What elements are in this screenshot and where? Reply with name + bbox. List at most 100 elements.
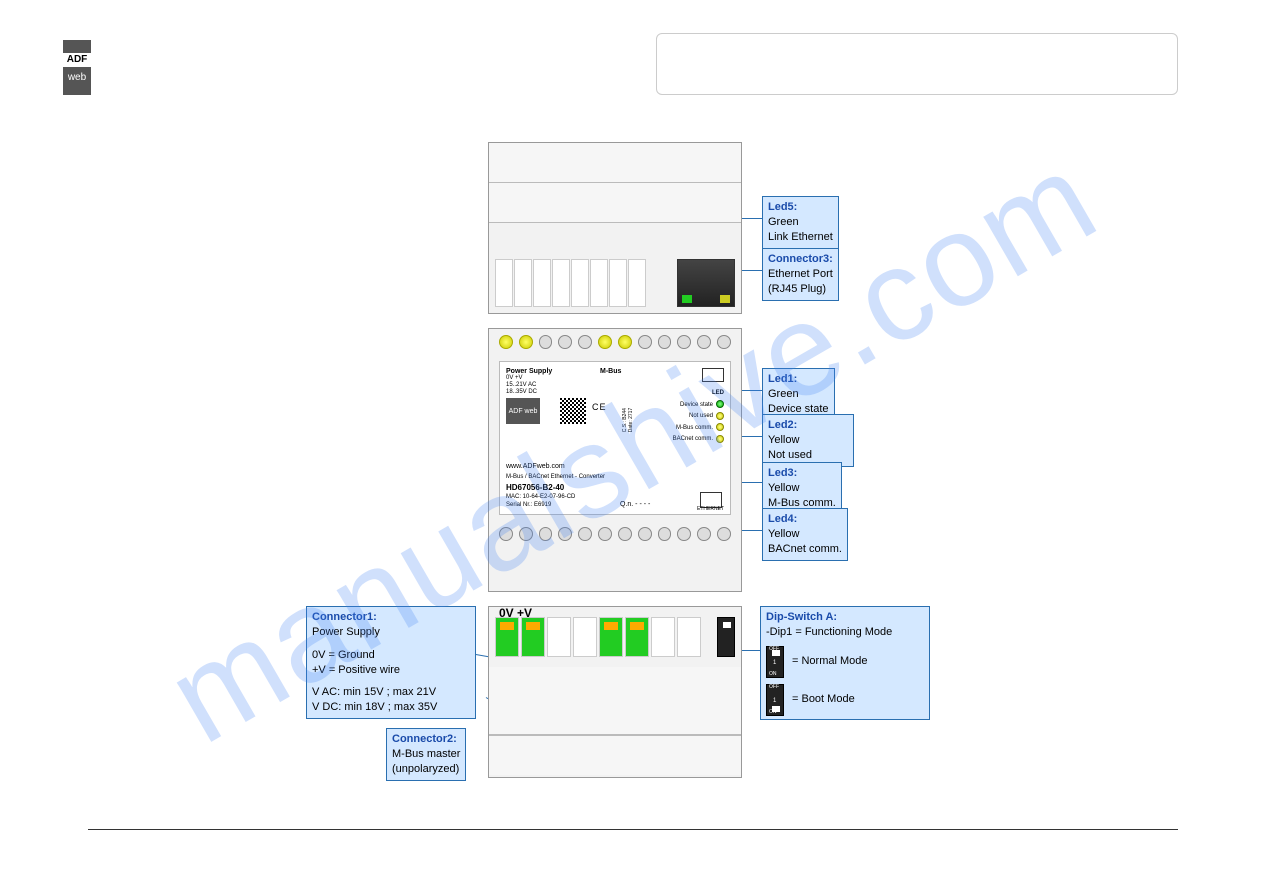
callout-title: Connector3: [768, 252, 833, 267]
logo-web: web [68, 67, 86, 83]
led-dot-icon [716, 423, 724, 431]
callout-line: Power Supply [312, 625, 470, 640]
off-label: OFF [769, 684, 779, 691]
module-lid [489, 667, 741, 735]
led-name: Not used [689, 413, 713, 419]
header-info-box [656, 33, 1178, 95]
led-dot-icon [716, 435, 724, 443]
dip-normal-row: OFF 1 ON = Normal Mode [766, 646, 924, 678]
one-label: 1 [773, 659, 776, 667]
terminal-block [651, 617, 675, 657]
device-mac: MAC: 10-64-E2-07-96-CD [506, 494, 575, 500]
adf-small-logo: ADF web [506, 398, 540, 424]
device-model: HD67056-B2-40 [506, 483, 564, 492]
screw-icon [618, 527, 632, 541]
callout-line: (RJ45 Plug) [768, 282, 833, 297]
callout-title: Led1: [768, 372, 829, 387]
callout-title: Connector1: [312, 610, 470, 625]
callout-led4: Led4: Yellow BACnet comm. [762, 508, 848, 561]
callout-title: Dip-Switch A: [766, 610, 924, 625]
screw-icon [519, 335, 533, 349]
rj45-port [677, 259, 735, 307]
ce-mark-icon: CE [592, 402, 607, 412]
logo-adf: ADF [63, 53, 91, 67]
dip-panel-icon [702, 368, 724, 382]
dip-boot-row: OFF 1 ON = Boot Mode [766, 684, 924, 716]
screw-icon [638, 527, 652, 541]
led-section-title: LED [712, 390, 724, 396]
screw-row-top [489, 329, 741, 355]
device-mid-module: Power Supply 0V +V 15..21V AC 18..35V DC… [488, 328, 742, 592]
one-label: 1 [773, 697, 776, 705]
ps-vac: 15..21V AC [506, 382, 724, 389]
callout-title: Led5: [768, 200, 833, 215]
dip-switch-icon [772, 706, 780, 712]
led-dot-icon [716, 412, 724, 420]
mbus-terminal [599, 617, 623, 657]
screw-icon [578, 335, 592, 349]
module-lid [489, 143, 741, 183]
ethernet-label: ETHERNET [697, 506, 724, 512]
screw-icon [598, 335, 612, 349]
led-name: BACnet comm. [673, 436, 713, 442]
empty-slot [533, 259, 551, 307]
screw-icon [618, 335, 632, 349]
screw-icon [539, 335, 553, 349]
dip-icon-normal: OFF 1 ON [766, 646, 784, 678]
empty-slot [590, 259, 608, 307]
callout-line: Not used [768, 448, 848, 463]
callout-line: V AC: min 15V ; max 21V [312, 685, 470, 700]
screw-row-bottom [489, 521, 741, 547]
callout-line: (unpolaryzed) [392, 762, 460, 777]
power-terminal [521, 617, 545, 657]
device-label-panel: Power Supply 0V +V 15..21V AC 18..35V DC… [499, 361, 731, 515]
dip-mode-label: = Normal Mode [792, 654, 868, 669]
screw-icon [658, 527, 672, 541]
screw-icon [519, 527, 533, 541]
callout-line: -Dip1 = Functioning Mode [766, 625, 924, 640]
screw-icon [717, 335, 731, 349]
terminal-row: 0V +V [489, 607, 741, 667]
module-lid [489, 735, 741, 775]
callout-line: Yellow [768, 481, 836, 496]
callout-line: Green [768, 215, 833, 230]
ps-vdc: 18..35V DC [506, 389, 724, 396]
callout-line: BACnet comm. [768, 542, 842, 557]
empty-slot [609, 259, 627, 307]
terminal-block [573, 617, 597, 657]
callout-line: Yellow [768, 527, 842, 542]
rj45-row [489, 223, 741, 313]
device-url: www.ADFweb.com [506, 463, 565, 470]
led-name: Device state [680, 402, 713, 408]
qr-code-icon [560, 398, 586, 424]
screw-icon [539, 527, 553, 541]
callout-title: Led3: [768, 466, 836, 481]
on-label: ON [769, 671, 777, 678]
screw-icon [697, 335, 711, 349]
callout-connector2: Connector2: M-Bus master (unpolaryzed) [386, 728, 466, 781]
callout-line: Link Ethernet [768, 230, 833, 245]
cs-text: C.S.: B244Date: 2717 [622, 408, 634, 432]
device-top-module [488, 142, 742, 314]
screw-icon [558, 335, 572, 349]
empty-slot [552, 259, 570, 307]
screw-icon [558, 527, 572, 541]
dip-switch-icon [772, 650, 780, 656]
terminal-block [677, 617, 701, 657]
empty-slot [495, 259, 513, 307]
screw-icon [499, 335, 513, 349]
device-bottom-module: 0V +V [488, 606, 742, 778]
callout-title: Led4: [768, 512, 842, 527]
screw-icon [677, 335, 691, 349]
screw-icon [697, 527, 711, 541]
callout-line: Ethernet Port [768, 267, 833, 282]
led-list: Device state Not used M-Bus comm. BACnet… [673, 400, 724, 446]
callout-line: Yellow [768, 433, 848, 448]
led-dot-icon [716, 400, 724, 408]
device-diagram: Power Supply 0V +V 15..21V AC 18..35V DC… [306, 142, 946, 782]
empty-slot [514, 259, 532, 307]
ps-pins: 0V +V [506, 375, 724, 382]
empty-slot [628, 259, 646, 307]
screw-icon [499, 527, 513, 541]
dip-icon-boot: OFF 1 ON [766, 684, 784, 716]
